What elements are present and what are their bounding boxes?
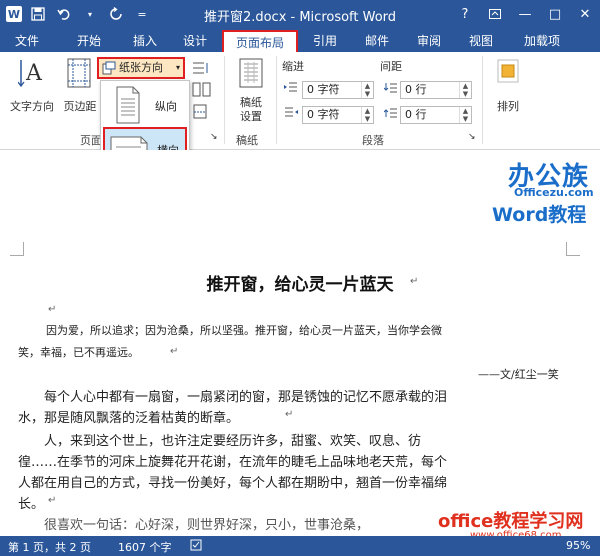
doc-line: 笑，幸福，已不再遥远。: [18, 346, 139, 359]
divider: [224, 56, 225, 144]
word-count[interactable]: 1607 个字: [118, 539, 172, 555]
window-controls: ? — □ ✕: [450, 0, 600, 28]
divider: [482, 56, 483, 144]
paragraph-mark-icon: ↵: [170, 346, 179, 357]
page-setup-launcher-icon[interactable]: ↘: [210, 132, 218, 142]
spin-arrows-icon[interactable]: ▲ ▼: [459, 82, 471, 98]
status-bar: 第 1 页，共 2 页 1607 个字 95%: [0, 536, 600, 556]
spin-arrows-icon[interactable]: ▲ ▼: [361, 82, 373, 98]
spacing-before-input[interactable]: 0 行 ▲ ▼: [400, 81, 472, 99]
page-corner-marker: [566, 242, 580, 256]
doc-line: 人，来到这个世上，也许注定要经历许多，甜蜜、欢笑、叹息、彷: [44, 434, 422, 449]
page-count[interactable]: 第 1 页，共 2 页: [8, 539, 91, 555]
columns-button[interactable]: [192, 82, 214, 100]
manuscript-group-label: 稿纸: [236, 134, 258, 147]
doc-line: 水，那是随风飘落的泛着枯黄的断章。: [18, 411, 240, 426]
manuscript-line2: 设置: [240, 110, 262, 123]
spacing-before-value: 0 行: [405, 83, 427, 96]
doc-line: 因为爱，所以追求；因为沧桑，所以坚强。推开窗，给心灵一片蓝天，当你学会微: [46, 324, 442, 337]
arrange-icon: [497, 59, 519, 83]
spin-arrows-icon[interactable]: ▲ ▼: [459, 107, 471, 123]
indent-label: 缩进: [282, 60, 304, 73]
text-direction-label: 文字方向: [10, 100, 54, 113]
menu-item-portrait[interactable]: 纵向: [103, 83, 187, 127]
portrait-label: 纵向: [155, 100, 177, 113]
zoom-level[interactable]: 95%: [566, 539, 590, 552]
page-setup-group-label: 页面: [80, 134, 102, 147]
paragraph-group-label: 段落: [362, 134, 384, 147]
margins-label: 页边距: [63, 100, 97, 113]
tab-mailings[interactable]: 邮件: [354, 30, 400, 52]
manuscript-icon: [239, 58, 263, 88]
margins-button[interactable]: 页边距: [58, 58, 100, 116]
margins-icon: [67, 58, 91, 88]
doc-line: 徨……在季节的河床上旋舞花开花谢，在流年的睫毛上品味地老天荒，每个: [18, 455, 448, 470]
brand-site: Officezu.com: [514, 186, 594, 199]
doc-line: 长。: [18, 497, 45, 512]
indent-right-icon: [284, 107, 298, 122]
spacing-after-icon: [383, 107, 398, 122]
breaks-icon: [193, 104, 207, 119]
arrange-label: 排列: [497, 100, 519, 113]
tab-references[interactable]: 引用: [302, 30, 348, 52]
breaks-button[interactable]: [192, 104, 214, 122]
indent-left-icon: [284, 82, 298, 97]
columns-icon: [192, 82, 211, 97]
spacing-before-icon: [383, 82, 398, 97]
orientation-button[interactable]: 纸张方向 ▾: [97, 57, 185, 79]
spacing-after-input[interactable]: 0 行 ▲ ▼: [400, 106, 472, 124]
ribbon: A 文字方向 页边距 稿纸 设置 缩进 间距 0 字符 ▲ ▼ 0 字符 ▲ ▼…: [0, 52, 600, 150]
tab-home[interactable]: 开始: [66, 30, 112, 52]
spacing-after-value: 0 行: [405, 108, 427, 121]
help-button[interactable]: ?: [450, 0, 480, 28]
size-icon: [193, 62, 208, 74]
spacing-label: 间距: [380, 60, 402, 73]
spin-arrows-icon[interactable]: ▲ ▼: [361, 107, 373, 123]
brand-tutorial: Word教程: [492, 204, 587, 226]
chevron-down-icon: ▾: [175, 63, 180, 72]
portrait-page-icon: [116, 86, 140, 124]
tab-design[interactable]: 设计: [172, 30, 218, 52]
doc-line: 每个人心中都有一扇窗，一扇紧闭的窗，那是锈蚀的记忆不愿承载的泪: [44, 390, 448, 405]
orientation-label: 纸张方向: [119, 61, 163, 74]
tab-review[interactable]: 审阅: [406, 30, 452, 52]
arrange-button[interactable]: 排列: [490, 58, 526, 114]
manuscript-settings-button[interactable]: 稿纸 设置: [230, 58, 272, 126]
proofing-icon[interactable]: [190, 539, 204, 554]
svg-text:A: A: [25, 61, 43, 86]
minimize-button[interactable]: —: [510, 0, 540, 28]
divider: [276, 56, 277, 144]
doc-line: 很喜欢一句话：心好深，则世界好深，只小，世事沧桑，: [44, 518, 370, 533]
paragraph-mark-icon: ↵: [48, 495, 57, 506]
indent-left-value: 0 字符: [307, 83, 340, 96]
doc-line: 人都在用自己的方式，寻找一份美好，每个人都在期盼中，翘首一份幸福绵: [18, 476, 448, 491]
indent-left-input[interactable]: 0 字符 ▲ ▼: [302, 81, 374, 99]
paragraph-mark-icon: ↵: [410, 276, 419, 287]
ribbon-display-icon[interactable]: [480, 0, 510, 28]
paragraph-mark-icon: ↵: [48, 304, 57, 315]
byline: ——文/红尘一笑: [478, 368, 559, 381]
tab-addins[interactable]: 加载项: [514, 30, 570, 52]
indent-right-input[interactable]: 0 字符 ▲ ▼: [302, 106, 374, 124]
indent-right-value: 0 字符: [307, 108, 340, 121]
orientation-icon: [102, 61, 116, 75]
tab-page-layout[interactable]: 页面布局: [222, 30, 298, 52]
close-button[interactable]: ✕: [570, 0, 600, 28]
tab-insert[interactable]: 插入: [122, 30, 168, 52]
paragraph-mark-icon: ↵: [285, 409, 294, 420]
tab-view[interactable]: 视图: [458, 30, 504, 52]
restore-button[interactable]: □: [540, 0, 570, 28]
tab-file[interactable]: 文件: [4, 30, 50, 52]
document-title: 推开窗，给心灵一片蓝天: [206, 275, 394, 295]
size-button[interactable]: [192, 60, 214, 78]
ribbon-tabs: 文件 开始 插入 设计 页面布局 引用 邮件 审阅 视图 加载项: [0, 28, 600, 52]
title-bar: W ▾ = 推开窗2.docx - Microsoft Word ? — □ ✕: [0, 0, 600, 28]
page-corner-marker: [10, 242, 24, 256]
text-direction-button[interactable]: A 文字方向: [6, 58, 58, 116]
paragraph-launcher-icon[interactable]: ↘: [468, 132, 476, 142]
text-direction-icon: A: [18, 60, 43, 88]
